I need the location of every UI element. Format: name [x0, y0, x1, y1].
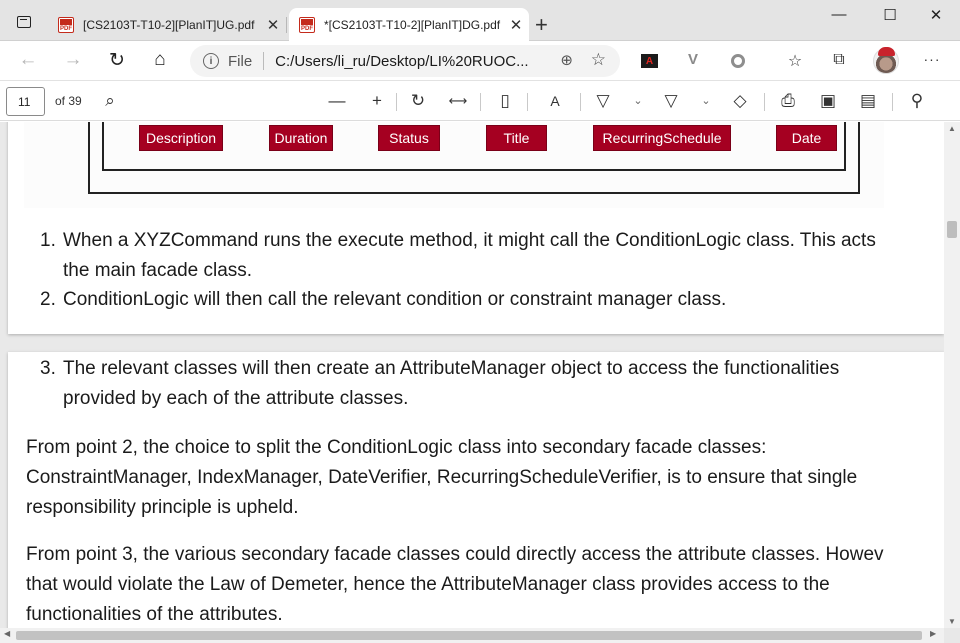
- chevron-down-icon[interactable]: ⌄: [627, 90, 649, 112]
- list-item-text: The relevant classes will then create an…: [63, 358, 840, 379]
- title-bar: PDF [CS2103T-T10-2][PlanIT]UG.pdf ✕ PDF …: [0, 0, 960, 41]
- favorites-icon[interactable]: ☆: [785, 51, 805, 71]
- circle-extension-icon[interactable]: [731, 54, 745, 68]
- toolbar-divider: [527, 93, 528, 111]
- new-tab-button[interactable]: +: [535, 12, 548, 38]
- add-favorite-icon[interactable]: ☆: [591, 50, 606, 70]
- paragraph-line: that would violate the Law of Demeter, h…: [26, 574, 830, 595]
- window-menu-icon[interactable]: [17, 16, 31, 28]
- attribute-box-status: Status: [378, 125, 440, 151]
- horizontal-scroll-thumb[interactable]: [16, 631, 922, 640]
- more-icon[interactable]: ···: [922, 51, 942, 71]
- refresh-button[interactable]: ↻: [105, 49, 129, 72]
- page-view-icon[interactable]: ▯: [494, 90, 516, 112]
- vivaldi-extension-icon[interactable]: V: [683, 51, 703, 71]
- attribute-box-description: Description: [139, 125, 223, 151]
- horizontal-scrollbar[interactable]: ◀ ▶: [0, 628, 944, 643]
- scroll-up-icon[interactable]: ▲: [944, 124, 960, 133]
- avatar[interactable]: [873, 47, 899, 74]
- url-text[interactable]: C:/Users/li_ru/Desktop/LI%20RUOC...: [275, 53, 539, 70]
- save-icon[interactable]: ▣: [817, 90, 839, 112]
- rotate-icon[interactable]: ↻: [407, 90, 429, 112]
- save-as-icon[interactable]: ▤: [857, 90, 879, 112]
- draw-icon[interactable]: ▽: [592, 90, 614, 112]
- close-window-button[interactable]: ✕: [913, 6, 959, 24]
- list-item-number: 1.: [40, 230, 56, 251]
- list-item-text: ConditionLogic will then call the releva…: [63, 289, 727, 310]
- toolbar-divider: [764, 93, 765, 111]
- list-item-text: provided by each of the attribute classe…: [63, 388, 409, 409]
- pdf-viewport[interactable]: Description Duration Status Title Recurr…: [0, 122, 944, 628]
- attribute-box-duration: Duration: [269, 125, 333, 151]
- maximize-button[interactable]: ☐: [867, 6, 913, 24]
- collections-icon[interactable]: ⧉: [829, 51, 849, 71]
- paragraph-line: From point 3, the various secondary faca…: [26, 544, 884, 565]
- attribute-box-date: Date: [776, 125, 837, 151]
- list-item-number: 3.: [40, 358, 56, 379]
- print-icon[interactable]: ⎙: [777, 90, 799, 112]
- eraser-icon[interactable]: ◇: [729, 90, 751, 112]
- fit-width-icon[interactable]: ⟷: [447, 90, 469, 112]
- tab-title: *[CS2103T-T10-2][PlanIT]DG.pdf: [324, 17, 501, 32]
- tab-title: [CS2103T-T10-2][PlanIT]UG.pdf: [83, 17, 255, 32]
- zoom-in-icon[interactable]: +: [366, 90, 388, 112]
- pdf-page: 3. The relevant classes will then create…: [8, 352, 944, 628]
- pdf-icon: PDF: [58, 16, 74, 33]
- info-icon[interactable]: i: [203, 53, 219, 69]
- attribute-box-recurring-schedule: RecurringSchedule: [593, 125, 731, 151]
- highlight-icon[interactable]: ▽: [660, 90, 682, 112]
- address-bar-row: ← → ↻ ⌂ i File C:/Users/li_ru/Desktop/LI…: [0, 41, 960, 81]
- url-scheme-label: File: [228, 52, 253, 70]
- toolbar-divider: [892, 93, 893, 111]
- acrobat-extension-icon[interactable]: A: [641, 54, 658, 68]
- zoom-icon[interactable]: ⊕: [560, 51, 573, 69]
- tab-separator: [286, 17, 287, 33]
- forward-button[interactable]: →: [61, 49, 85, 71]
- pdf-icon: PDF: [299, 16, 315, 33]
- address-field[interactable]: i File C:/Users/li_ru/Desktop/LI%20RUOC.…: [190, 45, 620, 77]
- pdf-page: Description Duration Status Title Recurr…: [8, 122, 944, 334]
- list-item-number: 2.: [40, 289, 56, 310]
- paragraph-line: From point 2, the choice to split the Co…: [26, 437, 767, 458]
- back-button[interactable]: ←: [16, 49, 40, 71]
- tab-dg-pdf[interactable]: PDF *[CS2103T-T10-2][PlanIT]DG.pdf ✕: [289, 8, 529, 41]
- search-icon[interactable]: ⌕: [99, 90, 121, 112]
- pin-toolbar-icon[interactable]: ⚲: [906, 90, 928, 112]
- close-icon[interactable]: ✕: [260, 16, 286, 34]
- toolbar-divider: [480, 93, 481, 111]
- scroll-right-icon[interactable]: ▶: [930, 629, 936, 638]
- vertical-scroll-thumb[interactable]: [947, 221, 957, 238]
- attribute-box-title: Title: [486, 125, 547, 151]
- vertical-scrollbar[interactable]: ▲ ▼: [944, 122, 960, 628]
- paragraph-line: ConstraintManager, IndexManager, DateVer…: [26, 467, 858, 488]
- chevron-down-icon[interactable]: ⌄: [695, 90, 717, 112]
- scrollbar-corner: [944, 628, 960, 643]
- url-divider: [263, 52, 265, 70]
- pdf-toolbar: 11 of 39 ⌕ — + ↻ ⟷ ▯ A ▽ ⌄ ▽ ⌄ ◇ ⎙ ▣ ▤ ⚲: [0, 81, 960, 121]
- read-aloud-icon[interactable]: A: [544, 90, 566, 112]
- tab-ug-pdf[interactable]: PDF [CS2103T-T10-2][PlanIT]UG.pdf ✕: [48, 8, 286, 41]
- toolbar-divider: [396, 93, 397, 111]
- list-item-text: When a XYZCommand runs the execute metho…: [63, 230, 876, 251]
- close-icon[interactable]: ✕: [503, 16, 529, 34]
- zoom-out-icon[interactable]: —: [326, 90, 348, 112]
- scroll-left-icon[interactable]: ◀: [4, 629, 10, 638]
- page-number-input[interactable]: 11: [6, 87, 45, 116]
- paragraph-line: functionalities of the attributes.: [26, 604, 283, 625]
- home-button[interactable]: ⌂: [148, 49, 172, 71]
- list-item-text: the main facade class.: [63, 260, 253, 281]
- scroll-down-icon[interactable]: ▼: [944, 617, 960, 626]
- toolbar-divider: [580, 93, 581, 111]
- minimize-button[interactable]: —: [816, 6, 862, 23]
- paragraph-line: responsibility principle is upheld.: [26, 497, 299, 518]
- page-count: of 39: [55, 94, 82, 108]
